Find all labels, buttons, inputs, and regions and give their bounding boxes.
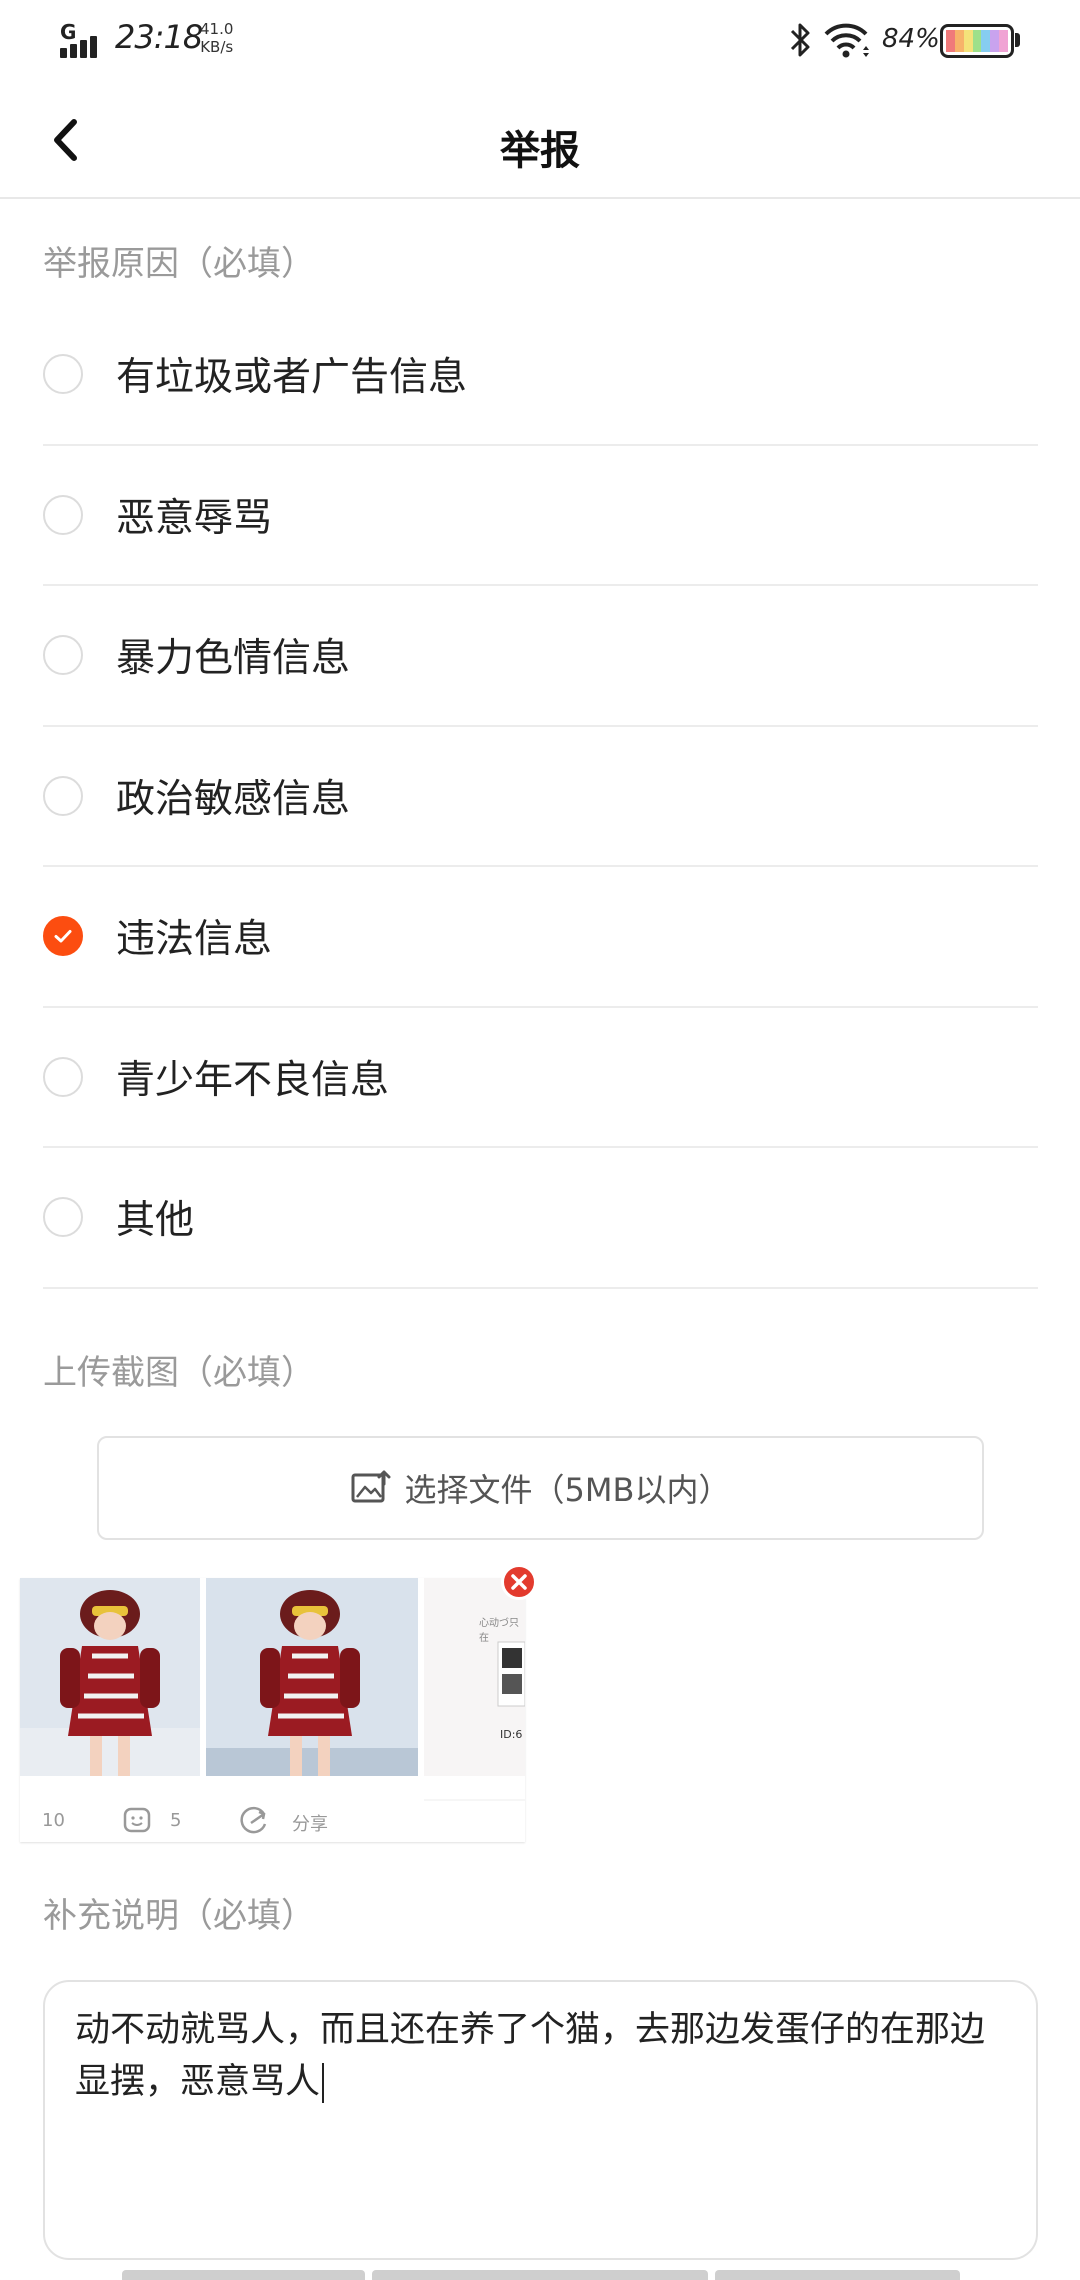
radio-unchecked-icon[interactable] <box>43 1197 83 1238</box>
radio-unchecked-icon[interactable] <box>43 1056 83 1097</box>
reason-label: 政治敏感信息 <box>116 776 351 822</box>
header: 举报 <box>0 82 1080 199</box>
keyboard-key-hint <box>715 2270 960 2280</box>
net-speed: 41.0 KB/s <box>200 20 233 56</box>
network-type: G <box>60 20 77 44</box>
reason-item-violence[interactable]: 暴力色情信息 <box>43 586 1038 727</box>
checkmark-icon <box>54 930 72 943</box>
uploaded-screenshot[interactable]: 10 5 分享 心动づ只在 ID:6 <box>20 1564 537 1842</box>
comment-count: 5 <box>170 1810 182 1831</box>
upload-section-label: 上传截图（必填） <box>43 1353 315 1393</box>
reason-item-minors[interactable]: 青少年不良信息 <box>43 1008 1038 1148</box>
screenshot-thumbnail: 10 5 分享 心动づ只在 ID:6 <box>20 1578 525 1842</box>
choose-file-label: 选择文件（5MB以内） <box>404 1471 731 1509</box>
description-text: 动不动就骂人，而且还在养了个猫，去那边发蛋仔的在那边显摆，恶意骂人 <box>75 2010 986 2102</box>
share-label: 分享 <box>292 1814 328 1835</box>
net-speed-value: 41.0 <box>200 20 234 38</box>
screenshot-image <box>20 1578 525 1801</box>
text-cursor <box>322 2063 325 2103</box>
radio-unchecked-icon[interactable] <box>43 635 83 676</box>
reason-label: 青少年不良信息 <box>116 1057 390 1103</box>
thumbnail-id-text: ID:6 <box>500 1728 523 1741</box>
image-upload-icon <box>351 1470 391 1503</box>
reason-item-other[interactable]: 其他 <box>43 1148 1038 1289</box>
page-title: 举报 <box>500 128 580 174</box>
reason-item-abuse[interactable]: 恶意辱骂 <box>43 446 1038 586</box>
like-count: 10 <box>42 1810 65 1831</box>
reason-item-political[interactable]: 政治敏感信息 <box>43 727 1038 867</box>
battery-tip <box>1015 33 1020 47</box>
battery-icon <box>940 24 1014 58</box>
reason-item-illegal[interactable]: 违法信息 <box>43 867 1038 1008</box>
reason-section-label: 举报原因（必填） <box>43 244 315 284</box>
reason-label: 恶意辱骂 <box>116 495 273 541</box>
share-icon <box>240 1806 267 1834</box>
radio-unchecked-icon[interactable] <box>43 775 83 816</box>
reason-label: 其他 <box>116 1198 195 1244</box>
remove-screenshot-button[interactable] <box>501 1564 537 1600</box>
status-time: 23:18 <box>115 18 203 56</box>
reason-label: 违法信息 <box>116 917 273 963</box>
reason-item-spam[interactable]: 有垃圾或者广告信息 <box>43 305 1038 446</box>
bluetooth-icon <box>790 23 810 57</box>
choose-file-button[interactable]: 选择文件（5MB以内） <box>97 1436 984 1540</box>
status-bar: G 23:18 41.0 KB/s 84% <box>0 0 1080 82</box>
thumbnail-side-text: 心动づ只在 <box>479 1618 519 1644</box>
radio-checked-icon[interactable] <box>43 916 83 957</box>
reason-list: 有垃圾或者广告信息 恶意辱骂 暴力色情信息 政治敏感信息 违法信息 青少年不良信… <box>43 305 1038 1289</box>
reason-label: 有垃圾或者广告信息 <box>116 355 468 401</box>
description-textarea[interactable]: 动不动就骂人，而且还在养了个猫，去那边发蛋仔的在那边显摆，恶意骂人 <box>43 1980 1038 2260</box>
signal-icon: G <box>58 20 106 60</box>
description-section-label: 补充说明（必填） <box>43 1896 315 1936</box>
radio-unchecked-icon[interactable] <box>43 494 83 535</box>
wifi-icon <box>824 23 869 58</box>
reason-label: 暴力色情信息 <box>116 636 351 682</box>
battery-percent: 84% <box>882 24 940 54</box>
keyboard-key-hint <box>122 2270 365 2280</box>
net-speed-unit: KB/s <box>200 38 234 56</box>
comment-icon <box>123 1807 151 1833</box>
keyboard-key-hint <box>372 2270 708 2280</box>
close-icon <box>511 1574 527 1590</box>
screenshot-counts: 10 5 分享 <box>20 1806 525 1836</box>
radio-unchecked-icon[interactable] <box>43 354 83 395</box>
